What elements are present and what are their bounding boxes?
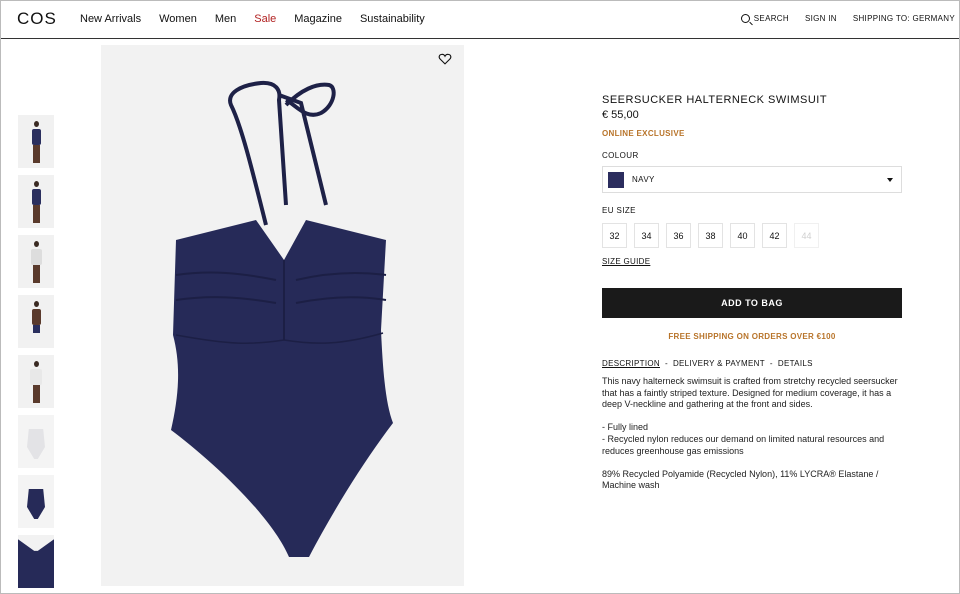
main-nav: New Arrivals Women Men Sale Magazine Sus… xyxy=(80,13,443,25)
search-icon xyxy=(740,14,750,23)
nav-men[interactable]: Men xyxy=(215,13,236,25)
add-to-bag-button[interactable]: ADD TO BAG xyxy=(602,288,902,318)
thumbnail-list xyxy=(18,115,54,594)
utility-nav: SEARCH SIGN IN SHIPPING TO: GERMANY xyxy=(740,14,955,23)
size-option-44: 44 xyxy=(794,223,819,248)
swimsuit-illustration xyxy=(171,80,393,557)
colour-dropdown[interactable]: NAVY xyxy=(602,166,902,193)
size-selector: 32 34 36 38 40 42 44 xyxy=(602,223,902,248)
tab-details[interactable]: DETAILS xyxy=(778,359,813,368)
nav-sale[interactable]: Sale xyxy=(254,13,276,25)
colour-label: COLOUR xyxy=(602,151,639,160)
thumbnail-model-shirt[interactable] xyxy=(18,235,54,288)
thumbnail-model-standing[interactable] xyxy=(18,175,54,228)
main-product-image xyxy=(101,45,464,586)
chevron-down-icon xyxy=(887,178,893,182)
product-description: This navy halterneck swimsuit is crafted… xyxy=(602,376,902,492)
sign-in-link[interactable]: SIGN IN xyxy=(805,14,837,23)
description-features: - Fully lined - Recycled nylon reduces o… xyxy=(602,422,885,456)
thumbnail-model-shirt-close[interactable] xyxy=(18,355,54,408)
free-shipping-note: FREE SHIPPING ON ORDERS OVER €100 xyxy=(668,332,836,341)
tab-separator: - xyxy=(769,359,773,368)
search-button[interactable]: SEARCH xyxy=(740,14,789,23)
size-option-36[interactable]: 36 xyxy=(666,223,691,248)
online-exclusive-badge: ONLINE EXCLUSIVE xyxy=(602,129,685,138)
thumbnail-navy-swimsuit[interactable] xyxy=(18,475,54,528)
size-option-34[interactable]: 34 xyxy=(634,223,659,248)
colour-swatch xyxy=(608,171,624,188)
size-option-32[interactable]: 32 xyxy=(602,223,627,248)
thumbnail-fabric-closeup[interactable] xyxy=(18,535,54,588)
search-label: SEARCH xyxy=(753,14,789,23)
tab-description[interactable]: DESCRIPTION xyxy=(602,359,660,368)
nav-new-arrivals[interactable]: New Arrivals xyxy=(80,13,141,25)
info-tabs: DESCRIPTION - DELIVERY & PAYMENT - DETAI… xyxy=(602,359,902,368)
thumbnail-model-front[interactable] xyxy=(18,115,54,168)
description-paragraph: This navy halterneck swimsuit is crafted… xyxy=(602,376,898,410)
cos-logo[interactable]: COS xyxy=(17,9,57,29)
product-price: € 55,00 xyxy=(602,109,639,121)
site-header: COS New Arrivals Women Men Sale Magazine… xyxy=(1,1,959,39)
shipping-country-selector[interactable]: SHIPPING TO: GERMANY xyxy=(853,14,955,23)
size-guide-link[interactable]: SIZE GUIDE xyxy=(602,257,650,266)
colour-value: NAVY xyxy=(632,175,655,184)
size-label: EU SIZE xyxy=(602,206,636,215)
thumbnail-model-back[interactable] xyxy=(18,295,54,348)
tab-delivery-payment[interactable]: DELIVERY & PAYMENT xyxy=(673,359,765,368)
nav-women[interactable]: Women xyxy=(159,13,197,25)
thumbnail-white-swimsuit[interactable] xyxy=(18,415,54,468)
size-option-38[interactable]: 38 xyxy=(698,223,723,248)
description-composition: 89% Recycled Polyamide (Recycled Nylon),… xyxy=(602,468,879,491)
size-option-42[interactable]: 42 xyxy=(762,223,787,248)
product-details: SEERSUCKER HALTERNECK SWIMSUIT € 55,00 O… xyxy=(602,94,902,504)
nav-magazine[interactable]: Magazine xyxy=(294,13,342,25)
product-title: SEERSUCKER HALTERNECK SWIMSUIT xyxy=(602,94,828,106)
size-option-40[interactable]: 40 xyxy=(730,223,755,248)
nav-sustainability[interactable]: Sustainability xyxy=(360,13,425,25)
tab-separator: - xyxy=(664,359,668,368)
